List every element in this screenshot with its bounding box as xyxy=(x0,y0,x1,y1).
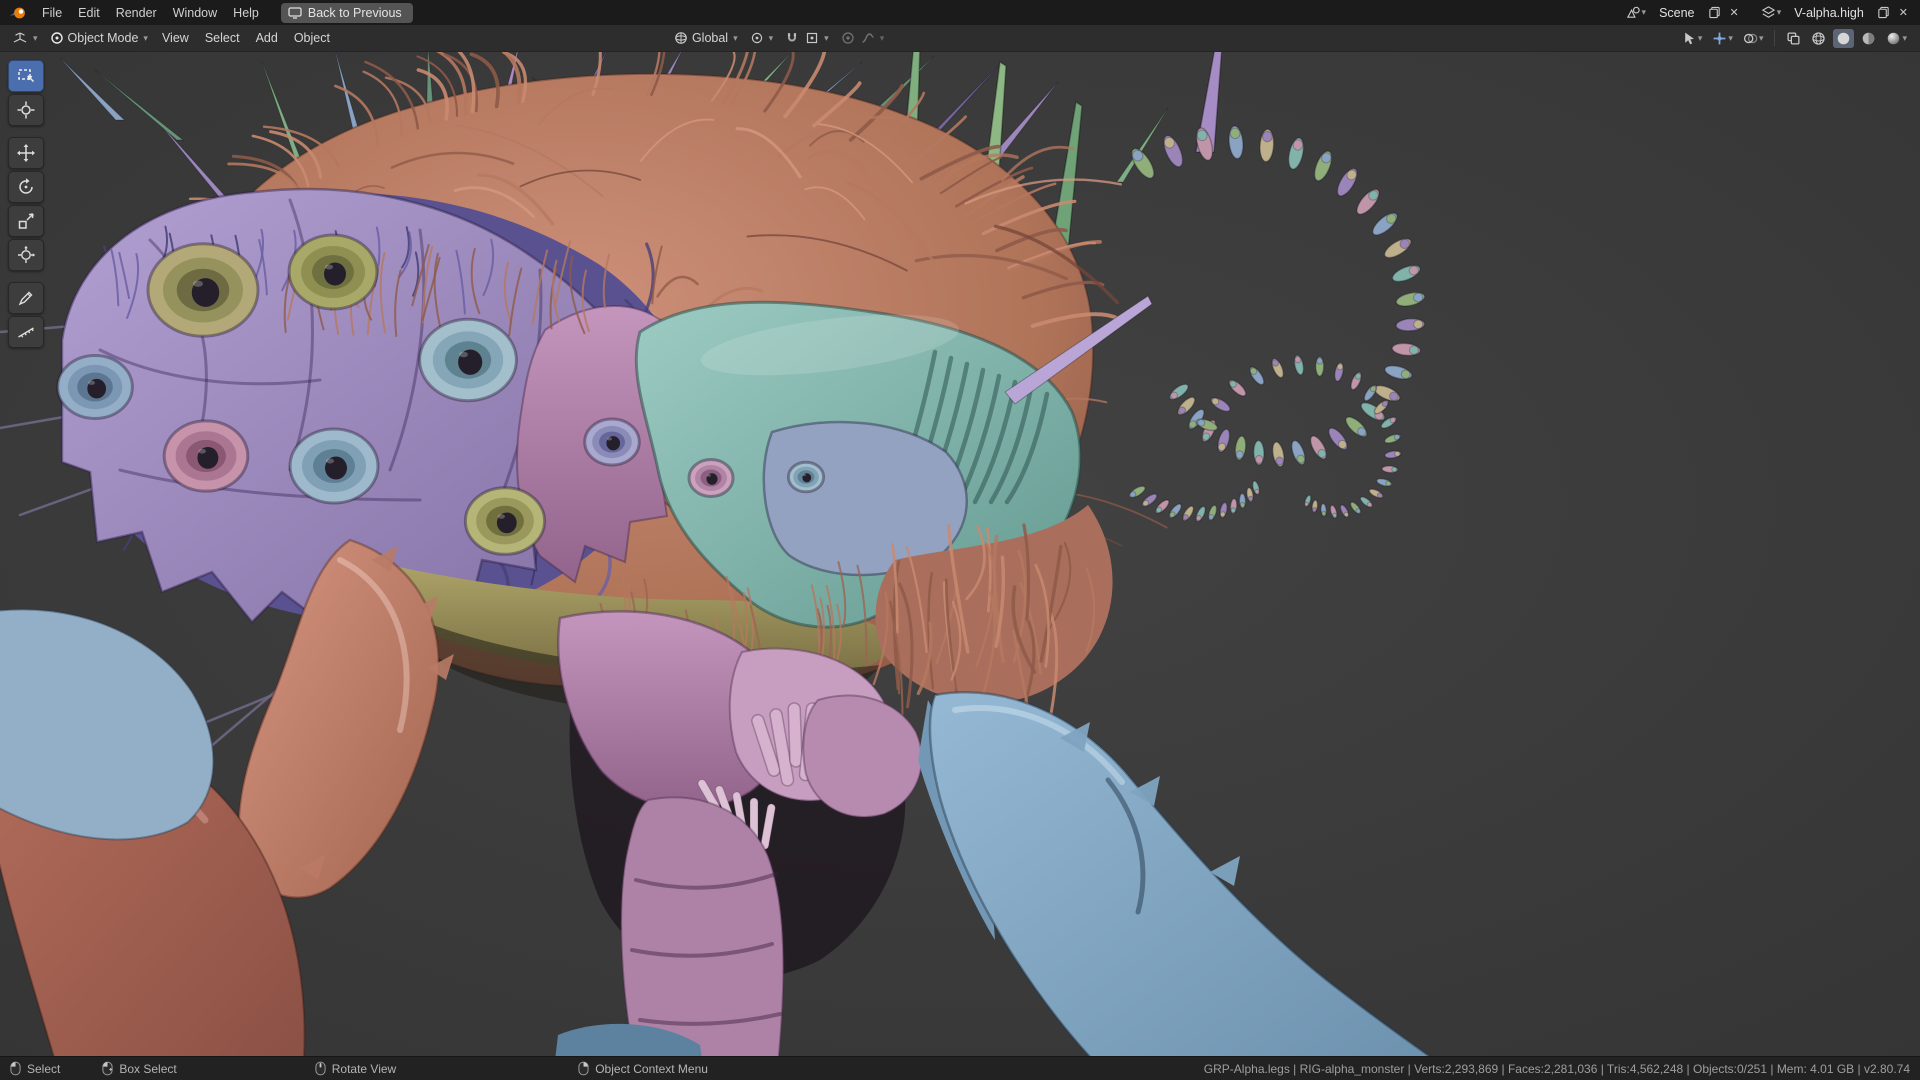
object-types-visibility-dropdown[interactable]: ▾ xyxy=(1679,29,1706,48)
tool-move[interactable] xyxy=(8,137,44,169)
orientation-globe-icon xyxy=(674,31,688,45)
dropdown-caret-icon: ▾ xyxy=(33,33,38,44)
hint-select: Select xyxy=(10,1061,60,1076)
tool-rotate[interactable] xyxy=(8,171,44,203)
tool-annotate[interactable] xyxy=(8,282,44,314)
tool-cursor[interactable] xyxy=(8,94,44,126)
orientation-label: Global xyxy=(692,31,728,45)
back-button-label: Back to Previous xyxy=(308,6,402,20)
hint-rotate-view: Rotate View xyxy=(315,1061,396,1076)
mouse-middle-click-icon xyxy=(315,1061,326,1076)
mouse-left-click-icon xyxy=(10,1061,21,1076)
dropdown-caret-icon: ▾ xyxy=(733,33,738,44)
gizmos-dropdown[interactable]: ▾ xyxy=(1709,29,1736,48)
hint-context-menu: Object Context Menu xyxy=(578,1061,708,1076)
back-to-previous-button[interactable]: Back to Previous xyxy=(281,3,413,23)
dropdown-caret-icon: ▾ xyxy=(1698,33,1703,44)
unlink-scene-icon[interactable]: ✕ xyxy=(1726,6,1743,19)
dropdown-caret-icon: ▾ xyxy=(1728,33,1733,44)
menu-file[interactable]: File xyxy=(34,3,70,23)
hint-label: Box Select xyxy=(119,1062,176,1076)
workspace-screen-icon xyxy=(288,7,302,19)
hint-label: Select xyxy=(27,1062,60,1076)
menu-object[interactable]: Object xyxy=(286,28,338,48)
snap-toggle[interactable] xyxy=(779,29,805,47)
proportional-falloff-dropdown[interactable]: ▾ xyxy=(855,29,891,47)
shading-solid-button[interactable] xyxy=(1833,29,1854,48)
hint-box-select: Box Select xyxy=(102,1061,176,1076)
transform-orientation-dropdown[interactable]: Global ▾ xyxy=(668,29,744,47)
dropdown-caret-icon: ▾ xyxy=(769,33,774,44)
hint-label: Object Context Menu xyxy=(595,1062,708,1076)
mouse-right-click-icon xyxy=(578,1061,589,1076)
tool-scale[interactable] xyxy=(8,205,44,237)
object-mode-icon xyxy=(50,31,64,45)
menu-select[interactable]: Select xyxy=(197,28,248,48)
editor-type-button[interactable]: ▾ xyxy=(6,28,44,48)
viewport-header: ▾ Object Mode ▾ View Select Add Object G… xyxy=(0,25,1920,52)
dropdown-caret-icon: ▾ xyxy=(1759,33,1764,44)
shading-wireframe-button[interactable] xyxy=(1808,29,1829,48)
hint-label: Rotate View xyxy=(332,1062,396,1076)
mouse-left-drag-icon xyxy=(102,1061,113,1076)
menu-render[interactable]: Render xyxy=(108,3,165,23)
viewport-canvas[interactable] xyxy=(0,52,1920,1056)
viewport-3d[interactable] xyxy=(0,52,1920,1056)
dropdown-caret-icon: ▾ xyxy=(1777,7,1782,18)
toolbar xyxy=(8,60,44,348)
menu-help[interactable]: Help xyxy=(225,3,267,23)
scene-name[interactable]: Scene xyxy=(1651,4,1702,22)
blender-logo-icon[interactable] xyxy=(8,4,28,22)
tool-transform[interactable] xyxy=(8,239,44,271)
dropdown-caret-icon: ▾ xyxy=(143,33,148,44)
statusbar: Select Box Select Rotate View Object Con… xyxy=(0,1056,1920,1080)
menu-window[interactable]: Window xyxy=(165,3,225,23)
dropdown-caret-icon: ▾ xyxy=(824,33,829,44)
dropdown-caret-icon: ▾ xyxy=(1902,33,1907,44)
browse-scene-icon[interactable]: ▾ xyxy=(1624,3,1649,22)
menu-add[interactable]: Add xyxy=(248,28,286,48)
topbar: File Edit Render Window Help Back to Pre… xyxy=(0,0,1920,25)
xray-toggle[interactable] xyxy=(1783,29,1804,48)
pivot-point-dropdown[interactable]: ▾ xyxy=(744,29,780,47)
shading-material-button[interactable] xyxy=(1858,29,1879,48)
view-layer-icon[interactable]: ▾ xyxy=(1759,3,1784,22)
new-scene-icon[interactable] xyxy=(1706,4,1723,21)
mode-label: Object Mode xyxy=(68,31,139,45)
shading-rendered-button[interactable]: ▾ xyxy=(1883,29,1910,48)
new-view-layer-icon[interactable] xyxy=(1875,4,1892,21)
view-layer-name[interactable]: V-alpha.high xyxy=(1786,4,1872,22)
scene-statistics: GRP-Alpha.legs | RIG-alpha_monster | Ver… xyxy=(1204,1062,1910,1076)
tool-select-box[interactable] xyxy=(8,60,44,92)
tool-measure[interactable] xyxy=(8,316,44,348)
mode-selector[interactable]: Object Mode ▾ xyxy=(44,29,154,47)
overlays-dropdown[interactable]: ▾ xyxy=(1740,29,1767,48)
dropdown-caret-icon: ▾ xyxy=(880,33,885,44)
dropdown-caret-icon: ▾ xyxy=(1642,7,1647,18)
remove-view-layer-icon[interactable]: ✕ xyxy=(1895,6,1912,19)
menu-view[interactable]: View xyxy=(154,28,197,48)
menu-edit[interactable]: Edit xyxy=(70,3,108,23)
